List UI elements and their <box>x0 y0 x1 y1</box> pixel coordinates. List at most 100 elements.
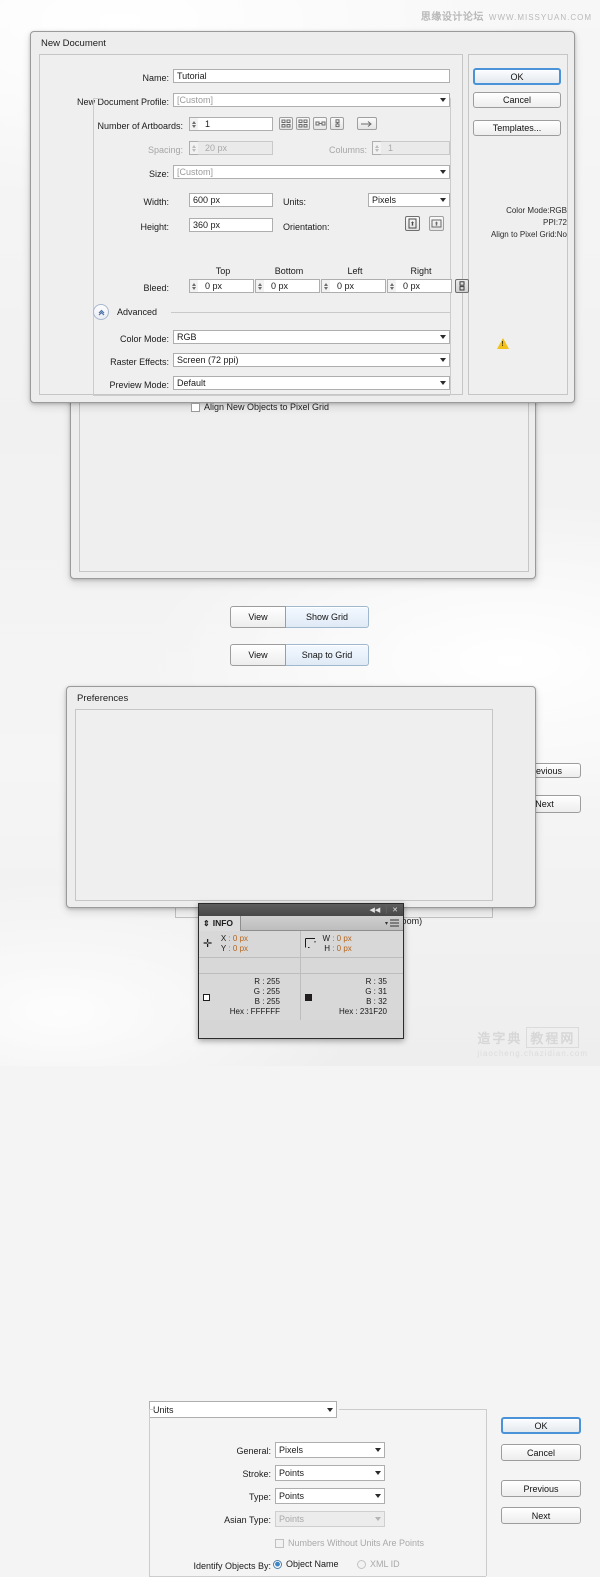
height-input[interactable]: 360 px <box>189 218 273 232</box>
width-input[interactable]: 600 px <box>189 193 273 207</box>
identify-objects-label: Identify Objects By: <box>193 1561 271 1571</box>
info-h-key: H <box>324 944 330 953</box>
advanced-disclosure-icon[interactable] <box>93 304 109 320</box>
info-stroke-b: B : 32 <box>366 997 387 1006</box>
identify-object-name-row[interactable]: Object Name <box>273 1559 339 1569</box>
menu-chip-0-item-label: Show Grid <box>305 612 349 622</box>
columns-spinner-icon[interactable] <box>372 141 381 155</box>
artboard-flow-direction-icon[interactable] <box>357 117 377 130</box>
spacing-input[interactable]: 20 px <box>198 141 273 155</box>
align-pixel-grid-checkbox[interactable] <box>191 402 200 412</box>
watermark-bottom-cn-2: 教程网 <box>526 1027 580 1048</box>
size-select[interactable]: [Custom] <box>173 165 450 179</box>
cancel-button[interactable]: Cancel <box>473 92 561 108</box>
info-h-value: : 0 px <box>332 944 352 953</box>
prefs-ok-label: OK <box>534 1420 548 1431</box>
menu-chip-1-menu[interactable]: View <box>230 644 286 666</box>
info-palette: ◀◀ | ✕ ⇕ INFO ▾ ✛ X : 0 px Y: 0 px W: … <box>198 903 404 1039</box>
raster-effects-select[interactable]: Screen (72 ppi) <box>173 353 450 367</box>
bleed-left-stepper[interactable]: 0 px <box>321 279 386 293</box>
prefs-group-bracket-top-right <box>339 1409 486 1410</box>
orientation-group[interactable] <box>405 216 444 231</box>
menu-chip-snap-to-grid[interactable]: View Snap to Grid <box>230 644 369 666</box>
menu-chip-show-grid[interactable]: View Show Grid <box>230 606 369 628</box>
align-pixel-grid-row[interactable]: Align New Objects to Pixel Grid <box>191 402 329 412</box>
identify-xml-id-radio[interactable] <box>357 1559 366 1569</box>
numbers-without-units-row[interactable]: Numbers Without Units Are Points <box>275 1538 424 1548</box>
tab-grip-icon: ⇕ <box>203 918 210 928</box>
profile-select[interactable]: [Custom] <box>173 93 450 107</box>
preview-mode-select[interactable]: Default <box>173 376 450 390</box>
bleed-link-icon[interactable] <box>455 279 469 293</box>
prefs-cancel-button[interactable]: Cancel <box>501 1444 581 1461</box>
artboard-arrangement-group[interactable] <box>279 117 377 130</box>
watermark-bottom: 造字典 教程网 jiaocheng.chazidian.com <box>477 1027 588 1058</box>
orientation-portrait-icon[interactable] <box>405 216 420 231</box>
general-units-select[interactable]: Pixels <box>275 1442 385 1458</box>
arrange-column-icon[interactable] <box>330 117 344 130</box>
stroke-units-select[interactable]: Points <box>275 1465 385 1481</box>
close-icon[interactable]: ✕ <box>392 906 398 914</box>
name-input[interactable]: Tutorial <box>173 69 450 83</box>
watermark-bottom-url: jiaocheng.chazidian.com <box>477 1049 588 1058</box>
columns-input[interactable]: 1 <box>381 141 450 155</box>
asian-type-units-select[interactable]: Points <box>275 1511 385 1527</box>
menu-chip-1-item[interactable]: Snap to Grid <box>286 644 369 666</box>
units-value: Pixels <box>372 195 397 205</box>
preferences-section-select[interactable]: Units <box>149 1401 337 1418</box>
templates-button[interactable]: Templates... <box>473 120 561 136</box>
templates-button-label: Templates... <box>492 123 542 133</box>
info-position-dimension-grid: ✛ X : 0 px Y : 0 px W: 0 px H: 0 px R … <box>199 931 403 1020</box>
arrange-grid-rows-icon[interactable] <box>279 117 293 130</box>
menu-chip-0-menu[interactable]: View <box>230 606 286 628</box>
bleed-bottom-stepper[interactable]: 0 px <box>255 279 320 293</box>
bleed-left-input[interactable]: 0 px <box>330 279 386 293</box>
width-value: 600 px <box>193 195 221 205</box>
info-stroke-hex: Hex : 231F20 <box>338 1007 387 1016</box>
name-value: Tutorial <box>177 71 207 81</box>
artboards-spinner-icon[interactable] <box>189 117 198 131</box>
bleed-left-spinner-icon[interactable] <box>321 279 330 293</box>
prefs-next-button[interactable]: Next <box>501 1507 581 1524</box>
prefs-next-label: Next <box>531 1510 551 1521</box>
bleed-right-stepper[interactable]: 0 px <box>387 279 452 293</box>
tab-info[interactable]: ⇕ INFO <box>199 915 242 931</box>
columns-stepper[interactable]: 1 <box>372 141 450 155</box>
spacing-spinner-icon[interactable] <box>189 141 198 155</box>
columns-value: 1 <box>388 143 394 153</box>
spacing-stepper[interactable]: 20 px <box>189 141 273 155</box>
color-mode-select[interactable]: RGB <box>173 330 450 344</box>
profile-value: [Custom] <box>177 95 214 105</box>
bleed-bottom-spinner-icon[interactable] <box>255 279 264 293</box>
numbers-without-units-checkbox[interactable] <box>275 1538 284 1548</box>
raster-effects-label: Raster Effects: <box>110 357 169 367</box>
type-units-select[interactable]: Points <box>275 1488 385 1504</box>
identify-xml-id-row[interactable]: XML ID <box>357 1559 400 1569</box>
artboards-input[interactable]: 1 <box>198 117 273 131</box>
bleed-bottom-input[interactable]: 0 px <box>264 279 320 293</box>
info-panel-menu-icon[interactable]: ▾ <box>385 919 403 927</box>
artboards-label: Number of Artboards: <box>97 121 183 131</box>
prefs-ok-button[interactable]: OK <box>501 1417 581 1434</box>
artboards-stepper[interactable]: 1 <box>189 117 273 131</box>
units-label: Units: <box>283 197 307 207</box>
stroke-units-value: Points <box>279 1468 305 1478</box>
orientation-landscape-icon[interactable] <box>429 216 444 231</box>
bleed-top-spinner-icon[interactable] <box>189 279 198 293</box>
identify-object-name-radio[interactable] <box>273 1559 282 1569</box>
arrange-grid-columns-icon[interactable] <box>296 117 310 130</box>
prefs-previous-button[interactable]: Previous <box>501 1480 581 1497</box>
ok-button[interactable]: OK <box>473 68 561 85</box>
bleed-right-spinner-icon[interactable] <box>387 279 396 293</box>
units-select[interactable]: Pixels <box>368 193 450 207</box>
collapse-icon[interactable]: ◀◀ <box>370 906 381 914</box>
bleed-top-stepper[interactable]: 0 px <box>189 279 254 293</box>
prefs-group-bracket-left <box>149 1409 150 1576</box>
bleed-right-input[interactable]: 0 px <box>396 279 452 293</box>
menu-chip-0-item[interactable]: Show Grid <box>286 606 369 628</box>
info-y-key: Y <box>220 944 227 953</box>
bleed-top-value: 0 px <box>205 281 223 291</box>
bleed-bottom-header: Bottom <box>274 266 304 276</box>
bleed-top-input[interactable]: 0 px <box>198 279 254 293</box>
arrange-row-icon[interactable] <box>313 117 327 130</box>
